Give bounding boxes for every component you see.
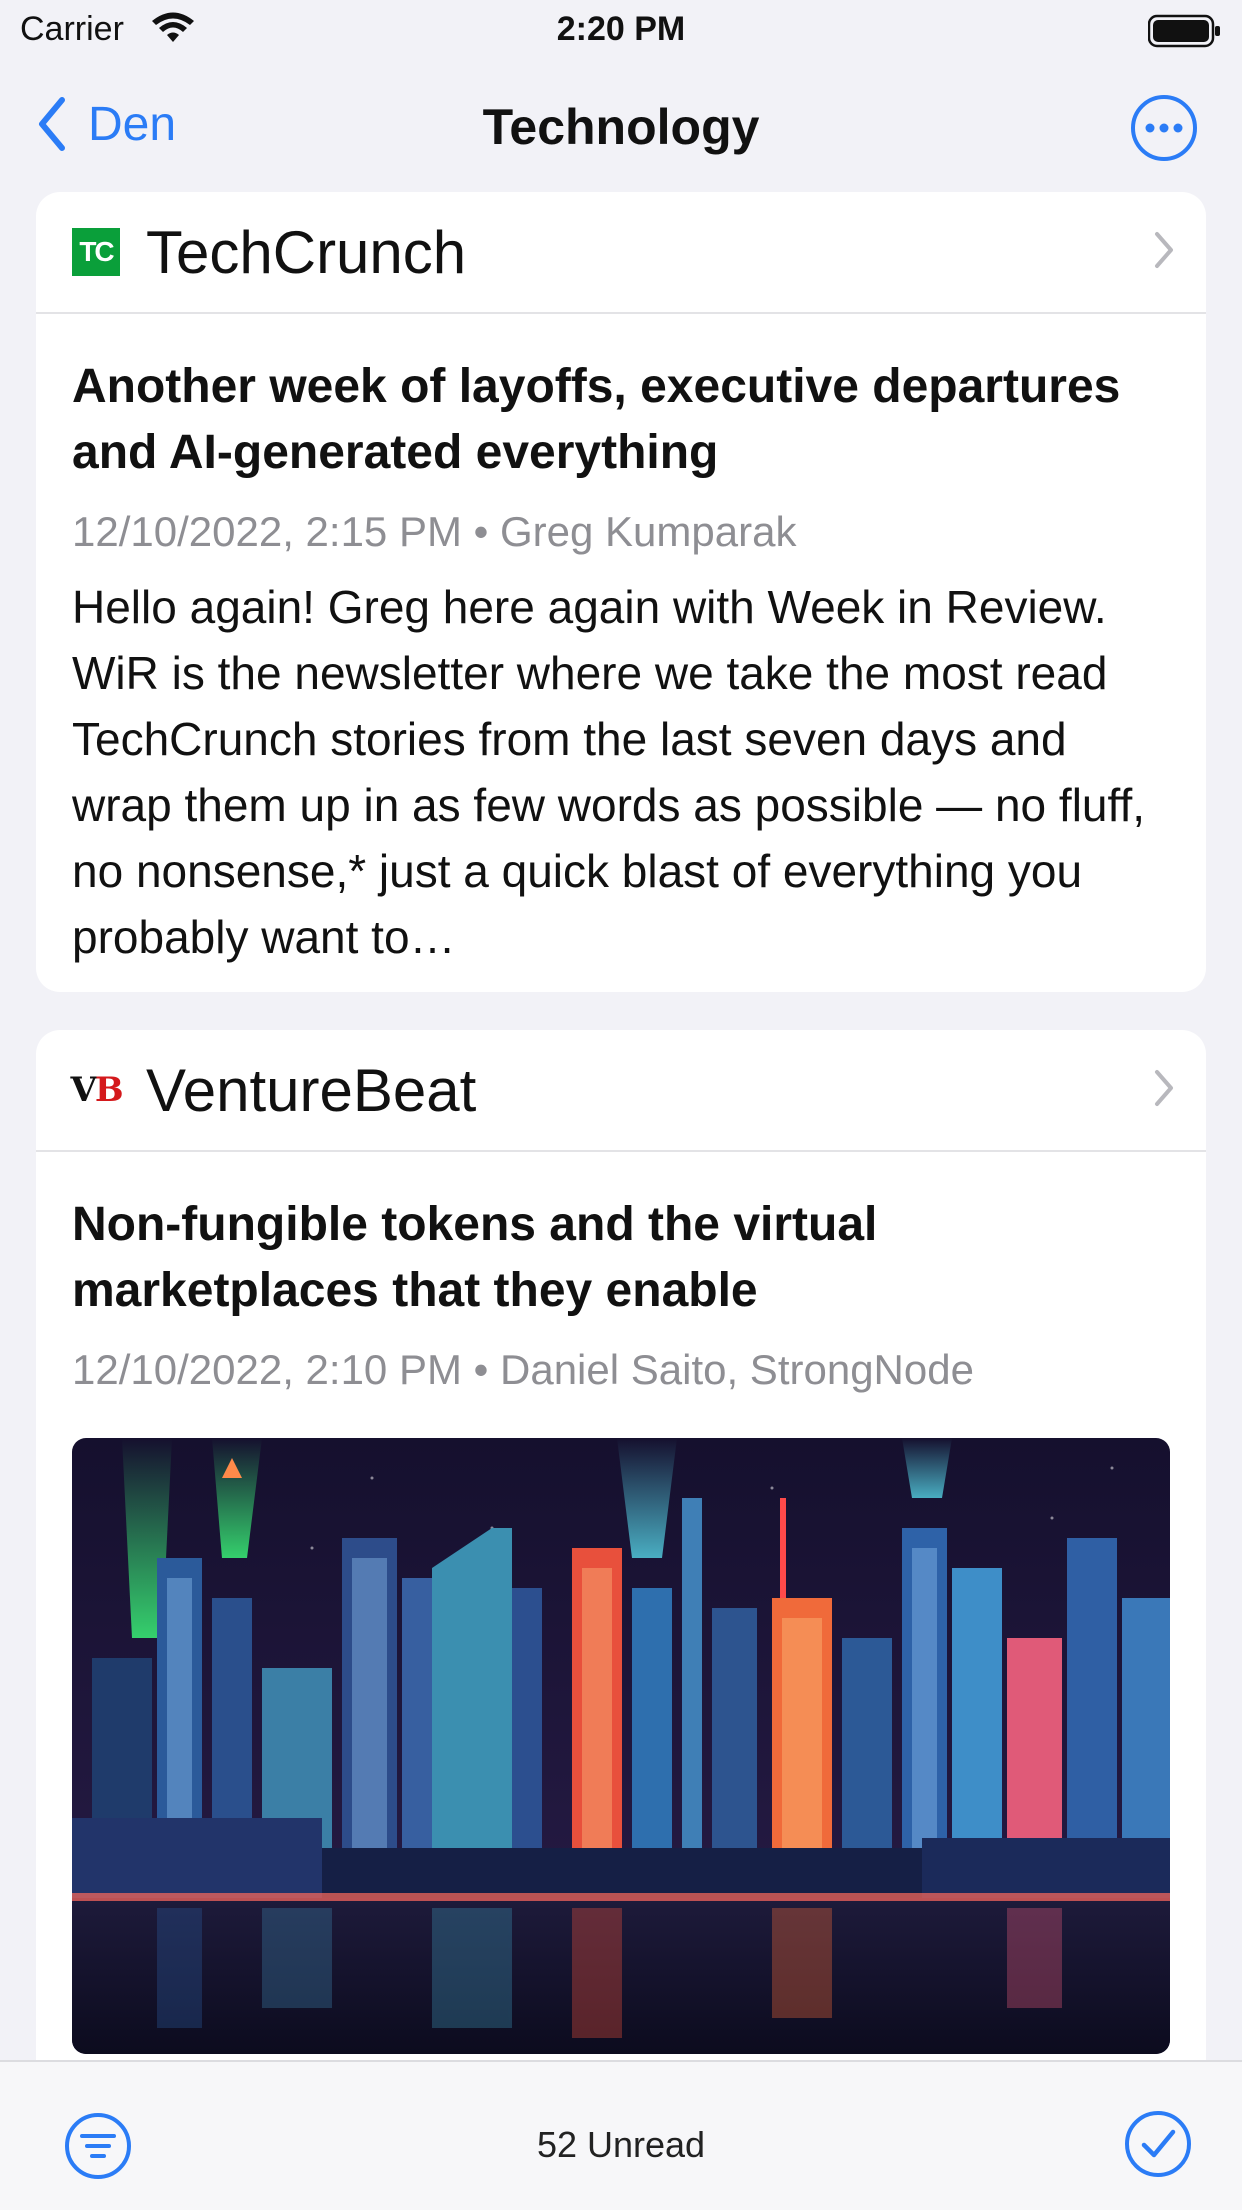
article-hero-image[interactable] <box>72 1438 1170 2054</box>
article-card[interactable]: TC TechCrunch Another week of layoffs, e… <box>36 192 1206 992</box>
article-meta: 12/10/2022, 2:15 PM • Greg Kumparak <box>72 508 797 555</box>
feed-header-techcrunch[interactable]: TC TechCrunch <box>36 192 1206 314</box>
clock: 2:20 PM <box>556 10 686 48</box>
chevron-right-icon <box>1155 1070 1173 1106</box>
navigation-bar: Den Technology <box>0 62 1242 192</box>
battery-icon <box>1148 14 1220 48</box>
article-headline[interactable]: Non-fungible tokens and the virtual mark… <box>72 1192 1170 1324</box>
venturebeat-logo: VB <box>70 1070 123 1110</box>
status-bar: Carrier 2:20 PM <box>0 0 1242 62</box>
article-body[interactable]: Another week of layoffs, executive depar… <box>36 314 1206 970</box>
article-headline[interactable]: Another week of layoffs, executive depar… <box>72 354 1170 486</box>
bottom-toolbar: 52 Unread <box>0 2060 1242 2210</box>
article-card[interactable]: VB VentureBeat Non-fungible tokens and t… <box>36 1030 1206 2090</box>
chevron-right-icon <box>1155 232 1173 268</box>
checkmark-circle-icon[interactable] <box>1124 2110 1192 2178</box>
article-summary: Hello again! Greg here again with Week i… <box>72 581 1146 963</box>
feed-header-venturebeat[interactable]: VB VentureBeat <box>36 1030 1206 1152</box>
article-meta: 12/10/2022, 2:10 PM • Daniel Saito, Stro… <box>72 1346 974 1393</box>
techcrunch-logo: TC <box>72 228 120 276</box>
feed-name: TechCrunch <box>146 218 467 286</box>
unread-count: 52 Unread <box>536 2124 706 2165</box>
feed-name: VentureBeat <box>146 1056 477 1124</box>
article-body[interactable]: Non-fungible tokens and the virtual mark… <box>36 1152 1206 2059</box>
ellipsis-circle-icon[interactable] <box>1130 94 1198 162</box>
page-title: Technology <box>482 99 760 155</box>
